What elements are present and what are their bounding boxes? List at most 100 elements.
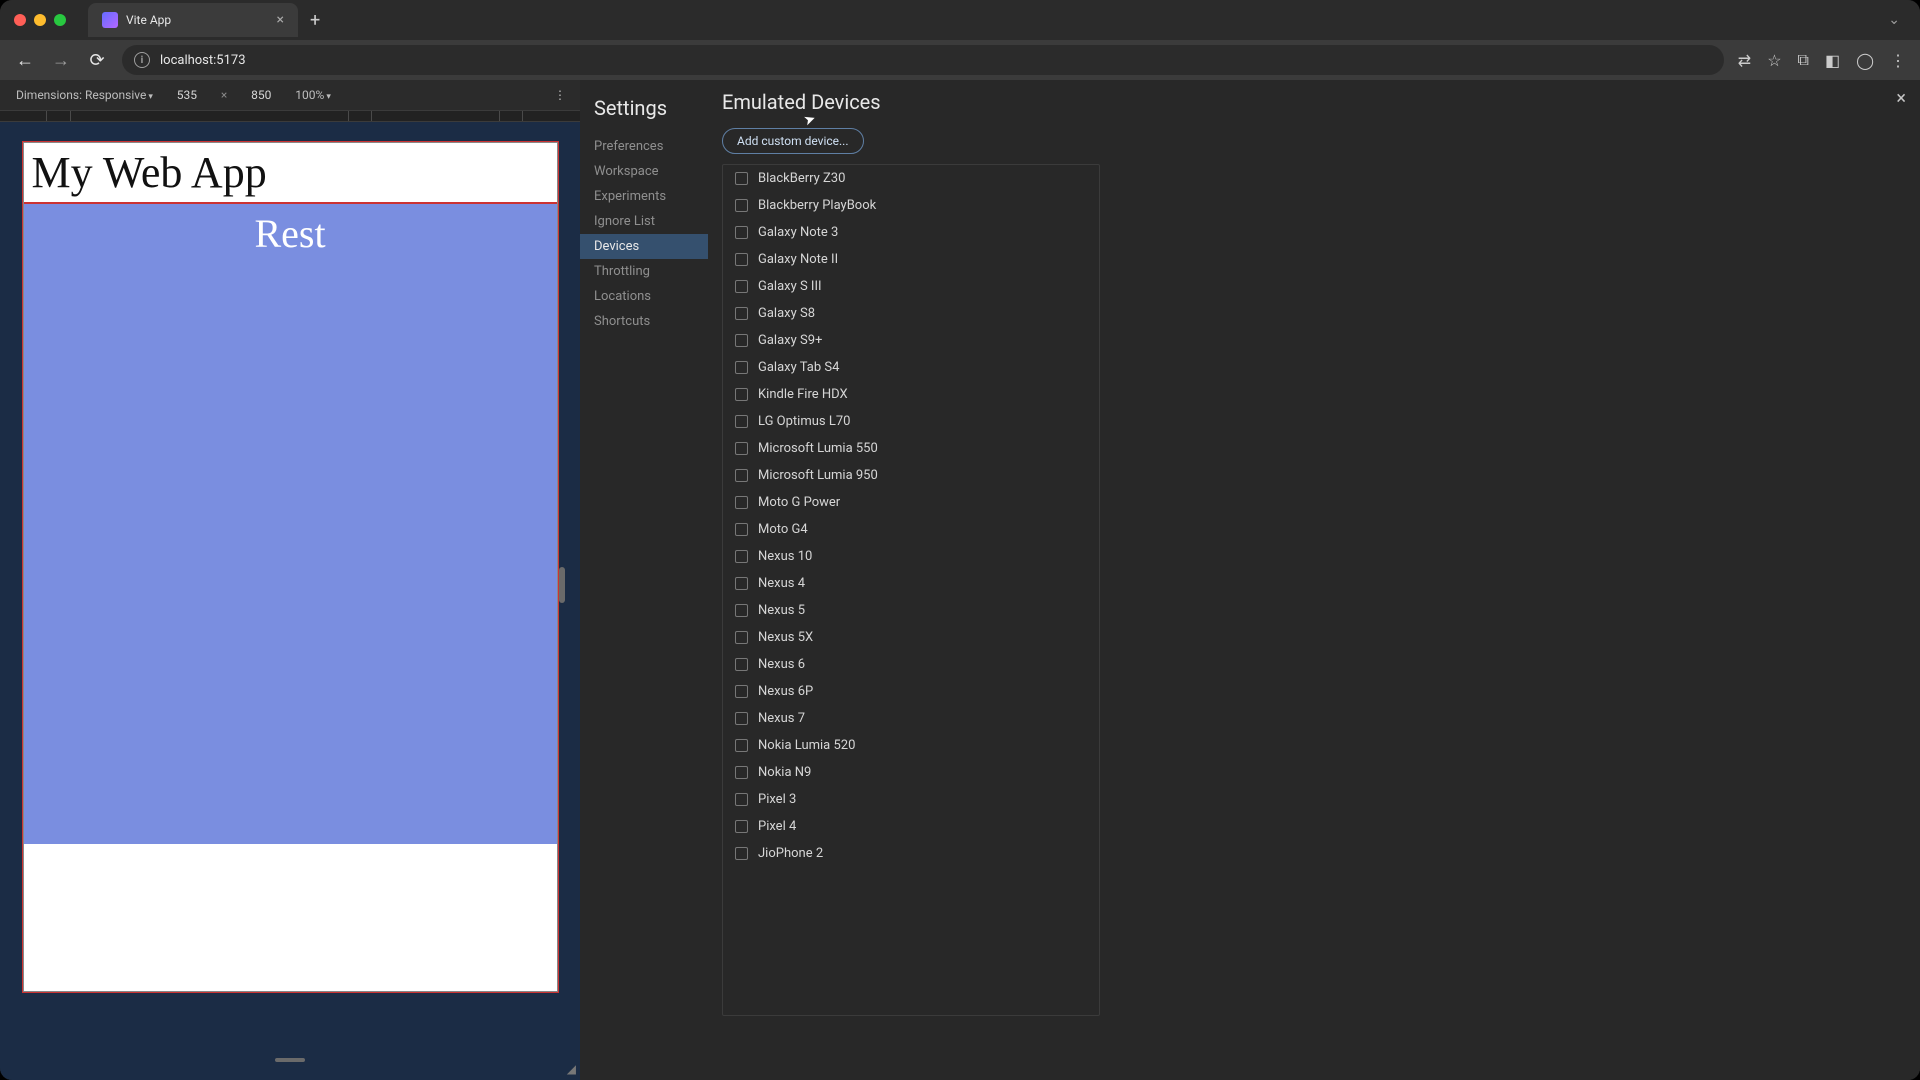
translate-icon[interactable]: ⇄ <box>1738 51 1751 70</box>
minimize-window-icon[interactable] <box>34 14 46 26</box>
tab-overflow-button[interactable]: ⌄ <box>1882 6 1906 34</box>
device-row[interactable]: Galaxy S8 <box>723 300 1099 327</box>
bookmark-icon[interactable]: ☆ <box>1767 51 1781 70</box>
dimension-separator: × <box>221 88 227 102</box>
device-row[interactable]: Blackberry PlayBook <box>723 192 1099 219</box>
device-row[interactable]: Galaxy S9+ <box>723 327 1099 354</box>
sidebar-item-ignore-list[interactable]: Ignore List <box>580 209 708 234</box>
device-checkbox[interactable] <box>735 226 748 239</box>
device-checkbox[interactable] <box>735 658 748 671</box>
device-row[interactable]: BlackBerry Z30 <box>723 165 1099 192</box>
close-tab-icon[interactable]: × <box>277 12 284 28</box>
forward-button[interactable]: → <box>50 50 72 71</box>
device-row[interactable]: Galaxy Note 3 <box>723 219 1099 246</box>
device-checkbox[interactable] <box>735 766 748 779</box>
sidebar-item-throttling[interactable]: Throttling <box>580 259 708 284</box>
device-label: Galaxy S III <box>758 279 822 294</box>
height-input[interactable] <box>241 88 281 102</box>
resize-handle-right[interactable] <box>559 567 565 603</box>
zoom-dropdown[interactable]: 100%▾ <box>295 88 331 102</box>
sidebar-item-workspace[interactable]: Workspace <box>580 159 708 184</box>
device-checkbox[interactable] <box>735 793 748 806</box>
device-checkbox[interactable] <box>735 604 748 617</box>
device-row[interactable]: Nokia Lumia 520 <box>723 732 1099 759</box>
device-label: JioPhone 2 <box>758 846 823 861</box>
rendered-page[interactable]: My Web App Rest <box>23 142 558 992</box>
ruler[interactable] <box>0 110 580 122</box>
browser-tab[interactable]: Vite App × <box>88 3 298 37</box>
device-menu-button[interactable]: ⋮ <box>554 88 564 102</box>
device-label: Nexus 6P <box>758 684 813 699</box>
device-checkbox[interactable] <box>735 469 748 482</box>
device-row[interactable]: Galaxy S III <box>723 273 1099 300</box>
device-list-scroll[interactable]: BlackBerry Z30Blackberry PlayBookGalaxy … <box>723 165 1099 1015</box>
menu-icon[interactable]: ⋮ <box>1890 51 1906 70</box>
device-row[interactable]: Nexus 6P <box>723 678 1099 705</box>
device-checkbox[interactable] <box>735 820 748 833</box>
device-checkbox[interactable] <box>735 253 748 266</box>
device-row[interactable]: Microsoft Lumia 950 <box>723 462 1099 489</box>
sidebar-item-locations[interactable]: Locations <box>580 284 708 309</box>
device-checkbox[interactable] <box>735 739 748 752</box>
new-tab-button[interactable]: + <box>310 10 320 31</box>
device-mode-pane: Dimensions: Responsive▾ × 100%▾ ⋮ My Web… <box>0 80 580 1080</box>
device-checkbox[interactable] <box>735 550 748 563</box>
device-row[interactable]: Nexus 4 <box>723 570 1099 597</box>
device-label: Nexus 5X <box>758 630 813 645</box>
resize-handle-bottom[interactable] <box>275 1058 305 1062</box>
maximize-window-icon[interactable] <box>54 14 66 26</box>
device-checkbox[interactable] <box>735 361 748 374</box>
device-row[interactable]: Nexus 5 <box>723 597 1099 624</box>
sidebar-item-shortcuts[interactable]: Shortcuts <box>580 309 708 334</box>
device-checkbox[interactable] <box>735 442 748 455</box>
device-checkbox[interactable] <box>735 199 748 212</box>
device-row[interactable]: Microsoft Lumia 550 <box>723 435 1099 462</box>
back-button[interactable]: ← <box>14 50 36 71</box>
device-row[interactable]: Pixel 4 <box>723 813 1099 840</box>
device-checkbox[interactable] <box>735 577 748 590</box>
device-row[interactable]: Kindle Fire HDX <box>723 381 1099 408</box>
device-checkbox[interactable] <box>735 280 748 293</box>
device-row[interactable]: Galaxy Tab S4 <box>723 354 1099 381</box>
device-checkbox[interactable] <box>735 172 748 185</box>
device-checkbox[interactable] <box>735 307 748 320</box>
device-row[interactable]: Nexus 7 <box>723 705 1099 732</box>
profile-icon[interactable]: ◯ <box>1856 51 1874 70</box>
site-info-icon[interactable]: i <box>134 52 150 68</box>
device-checkbox[interactable] <box>735 631 748 644</box>
device-checkbox[interactable] <box>735 847 748 860</box>
add-custom-device-button[interactable]: Add custom device... <box>722 128 864 154</box>
device-checkbox[interactable] <box>735 685 748 698</box>
device-row[interactable]: Moto G4 <box>723 516 1099 543</box>
dimensions-dropdown[interactable]: Dimensions: Responsive▾ <box>16 88 153 102</box>
device-row[interactable]: Galaxy Note II <box>723 246 1099 273</box>
device-label: Nokia Lumia 520 <box>758 738 855 753</box>
sidebar-item-experiments[interactable]: Experiments <box>580 184 708 209</box>
device-checkbox[interactable] <box>735 523 748 536</box>
reload-button[interactable]: ⟳ <box>86 50 108 71</box>
preview-stage: My Web App Rest ◢ <box>0 122 580 1080</box>
device-row[interactable]: JioPhone 2 <box>723 840 1099 867</box>
width-input[interactable] <box>167 88 207 102</box>
device-row[interactable]: Nexus 5X <box>723 624 1099 651</box>
device-row[interactable]: LG Optimus L70 <box>723 408 1099 435</box>
close-window-icon[interactable] <box>14 14 26 26</box>
extensions-icon[interactable]: ⧉ <box>1798 50 1809 70</box>
device-label: Nexus 5 <box>758 603 805 618</box>
device-checkbox[interactable] <box>735 415 748 428</box>
sidepanel-icon[interactable]: ◧ <box>1825 51 1840 70</box>
device-row[interactable]: Nokia N9 <box>723 759 1099 786</box>
resize-handle-corner[interactable]: ◢ <box>567 1062 576 1076</box>
device-row[interactable]: Pixel 3 <box>723 786 1099 813</box>
device-checkbox[interactable] <box>735 334 748 347</box>
sidebar-item-preferences[interactable]: Preferences <box>580 134 708 159</box>
device-row[interactable]: Nexus 10 <box>723 543 1099 570</box>
device-checkbox[interactable] <box>735 712 748 725</box>
device-row[interactable]: Moto G Power <box>723 489 1099 516</box>
devtools-settings-pane: × Settings PreferencesWorkspaceExperimen… <box>580 80 1920 1080</box>
address-bar[interactable]: i localhost:5173 <box>122 45 1724 75</box>
sidebar-item-devices[interactable]: Devices <box>580 234 708 259</box>
device-row[interactable]: Nexus 6 <box>723 651 1099 678</box>
device-checkbox[interactable] <box>735 388 748 401</box>
device-checkbox[interactable] <box>735 496 748 509</box>
